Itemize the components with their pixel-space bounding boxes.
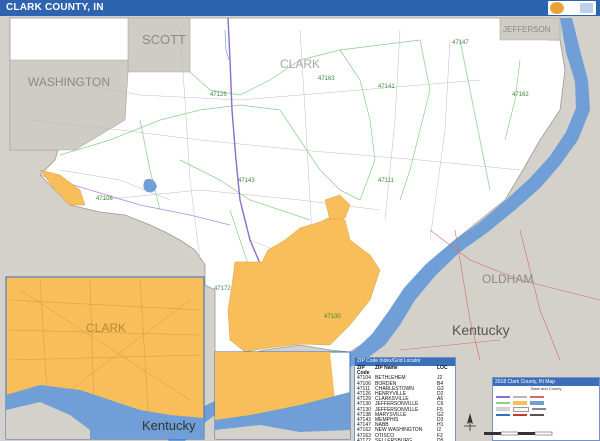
logo-mini-map — [580, 3, 593, 13]
map-title: CLARK COUNTY, IN — [6, 2, 104, 13]
label-scott: SCOTT — [142, 32, 186, 47]
label-jefferson: JEFFERSON — [503, 25, 551, 34]
north-arrow-icon — [464, 413, 476, 431]
zip-label: 47162 — [512, 92, 529, 98]
inset-map-east[interactable] — [214, 351, 351, 440]
publisher-logo — [548, 1, 596, 15]
zip-label: 47163 — [318, 76, 335, 82]
legend-heading: 2018 Clark County, IN Map — [493, 378, 599, 386]
label-oldham: OLDHAM — [482, 272, 533, 286]
label-kentucky: Kentucky — [452, 322, 510, 338]
zip-label: 47126 — [210, 92, 227, 98]
inset-label-kentucky: Kentucky — [142, 418, 196, 433]
zip-label: 47111 — [378, 178, 394, 184]
logo-globe-icon — [550, 2, 564, 14]
title-bar: CLARK COUNTY, IN — [0, 0, 600, 16]
scale-bar — [484, 431, 553, 436]
zip-label: 47143 — [238, 178, 255, 184]
zip-label: 47106 — [96, 196, 113, 202]
zip-label: 47141 — [378, 84, 395, 90]
legend-item — [496, 412, 596, 418]
zip-index-rows: 47104 BETHLEHEM J2 47106 BORDEN B4 47111 CHARLE… — [355, 376, 455, 441]
label-clark: CLARK — [280, 57, 320, 71]
legend-symbols — [496, 394, 596, 418]
inset-label-clark: CLARK — [86, 321, 126, 335]
inset-map-west[interactable]: CLARK — [5, 276, 205, 441]
zip-label: 47147 — [452, 40, 469, 46]
zip-label: 47172 — [214, 286, 231, 292]
legend-subheading: State and County — [530, 386, 562, 391]
zip-label: 47130 — [324, 314, 341, 320]
zip-code-index: ZIP Code Index/Grid Locator ZIP Code ZIP… — [354, 357, 456, 441]
label-washington: WASHINGTON — [28, 75, 110, 89]
map-frame: CLARK COUNTY, IN SCOTT JEFFERSON WASHING… — [0, 0, 600, 441]
